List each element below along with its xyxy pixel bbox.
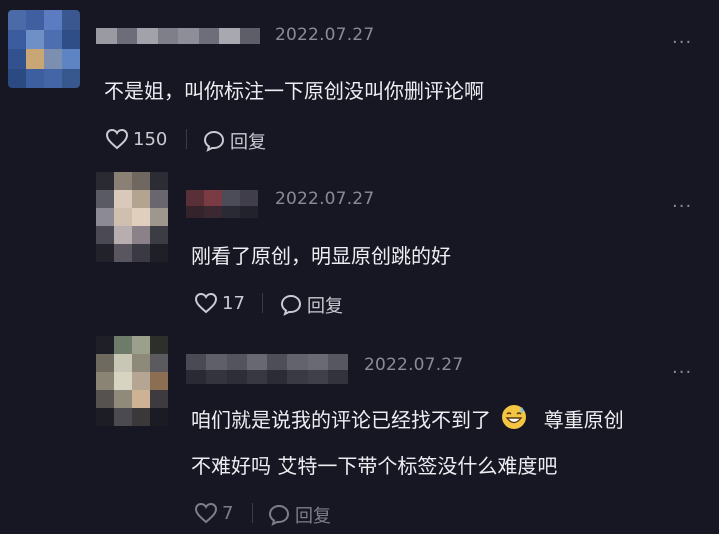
reply-button[interactable]: 回复 — [268, 502, 331, 528]
reply-button[interactable]: 回复 — [203, 128, 266, 154]
more-icon[interactable]: ··· — [672, 34, 692, 52]
avatar[interactable] — [96, 336, 168, 426]
comment-bubble-icon — [203, 130, 225, 152]
comment-text-part: 尊重原创 — [543, 408, 624, 432]
like-count: 17 — [222, 292, 245, 314]
divider — [252, 503, 253, 523]
comment-bubble-icon — [280, 294, 302, 316]
reply-label: 回复 — [307, 296, 343, 317]
reply-label: 回复 — [230, 132, 266, 153]
comment-date: 2022.07.27 — [364, 355, 464, 375]
avatar[interactable] — [96, 172, 168, 262]
comment-bubble-icon — [268, 504, 290, 526]
more-icon[interactable]: ··· — [672, 198, 692, 216]
avatar[interactable] — [8, 10, 80, 88]
comment-text-line-1: 咱们就是说我的评论已经找不到了 尊重原创 — [191, 404, 624, 433]
grin-sweat-emoji — [502, 405, 527, 429]
divider — [262, 293, 263, 313]
username-blurred[interactable] — [186, 190, 258, 206]
like-button[interactable]: 17 — [194, 292, 245, 314]
username-blurred[interactable] — [186, 354, 348, 370]
reply-button[interactable]: 回复 — [280, 292, 343, 318]
like-button[interactable]: 150 — [105, 128, 167, 150]
comment-text: 不是姐，叫你标注一下原创没叫你删评论啊 — [104, 79, 484, 103]
like-count: 7 — [222, 502, 234, 524]
divider — [186, 129, 187, 149]
username-blurred-shadow — [186, 206, 258, 218]
reply-label: 回复 — [295, 506, 331, 527]
like-count: 150 — [133, 128, 168, 150]
heart-icon — [194, 292, 218, 314]
heart-icon — [105, 128, 129, 150]
comment-date: 2022.07.27 — [275, 25, 375, 45]
comment-text-part: 咱们就是说我的评论已经找不到了 — [191, 408, 491, 432]
username-blurred-shadow — [186, 370, 348, 384]
comment-text: 刚看了原创，明显原创跳的好 — [191, 244, 451, 268]
comment-text-line-2: 不难好吗 艾特一下带个标签没什么难度吧 — [191, 454, 558, 478]
heart-icon — [194, 502, 218, 524]
username-blurred[interactable] — [96, 28, 260, 44]
comment-date: 2022.07.27 — [275, 189, 375, 209]
like-button[interactable]: 7 — [194, 502, 233, 524]
more-icon[interactable]: ··· — [672, 364, 692, 382]
